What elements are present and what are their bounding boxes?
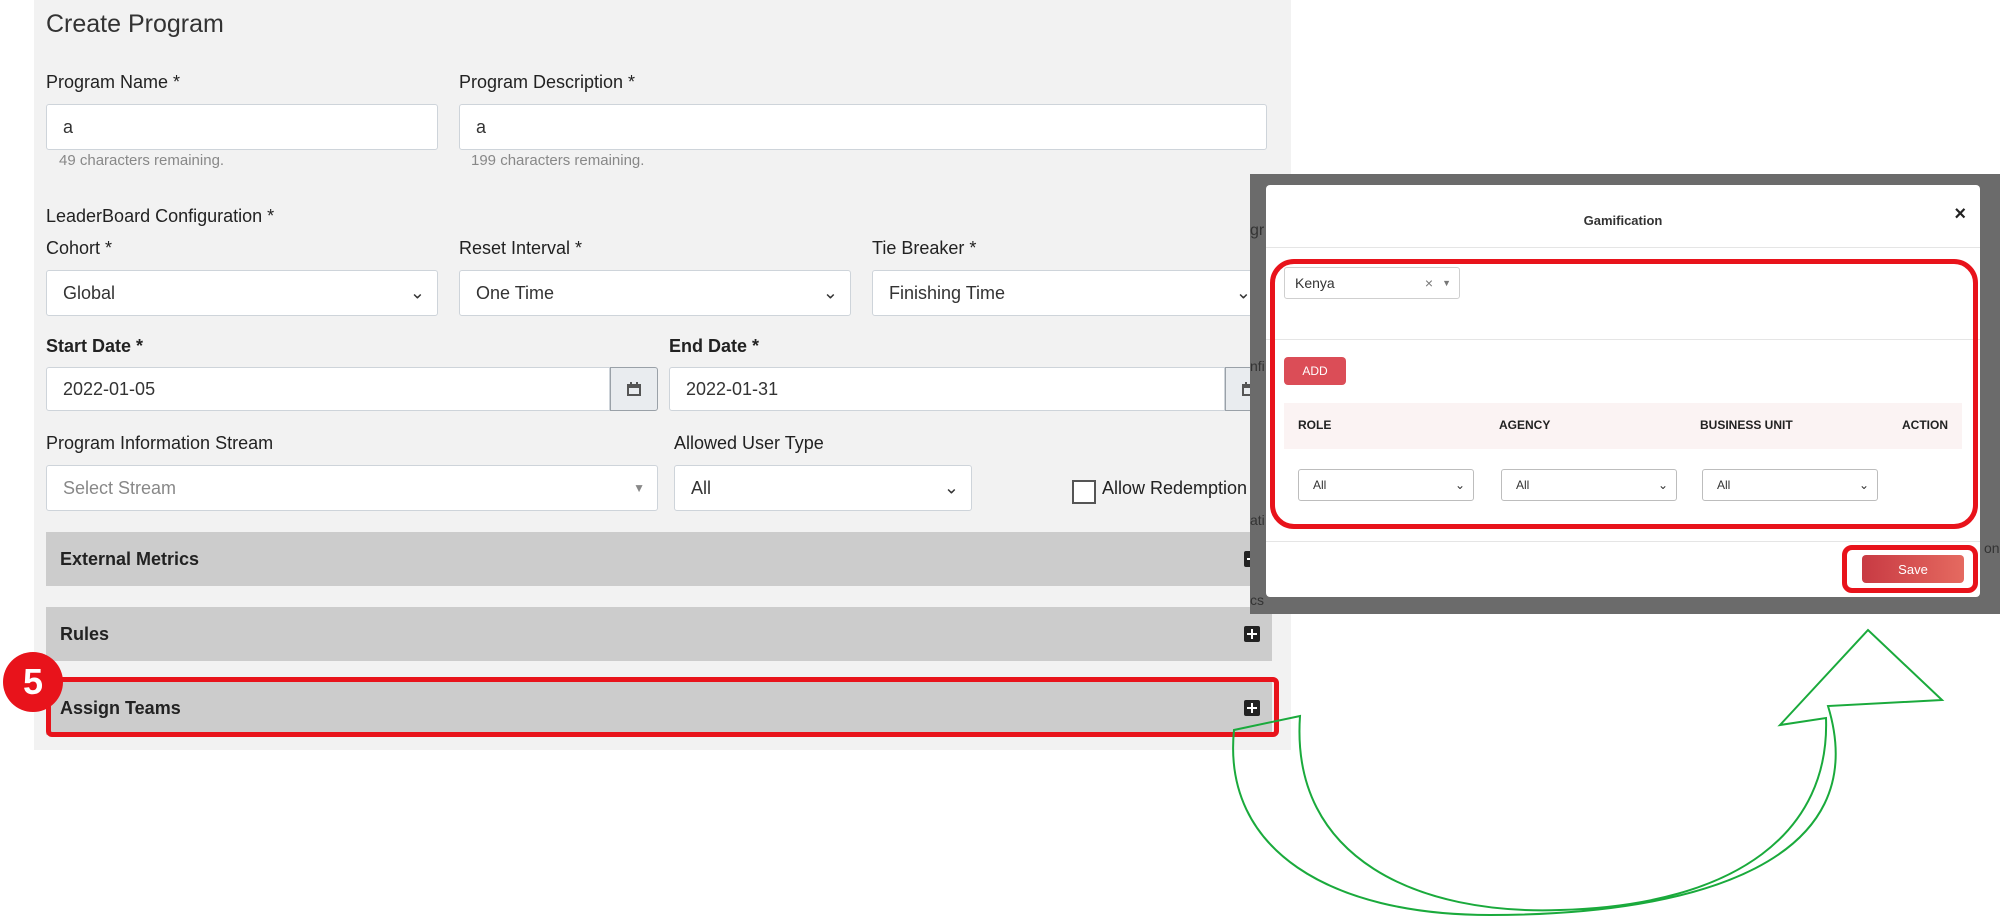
arrow-outline — [1232, 628, 1945, 917]
curved-arrow-icon — [1232, 628, 1945, 917]
